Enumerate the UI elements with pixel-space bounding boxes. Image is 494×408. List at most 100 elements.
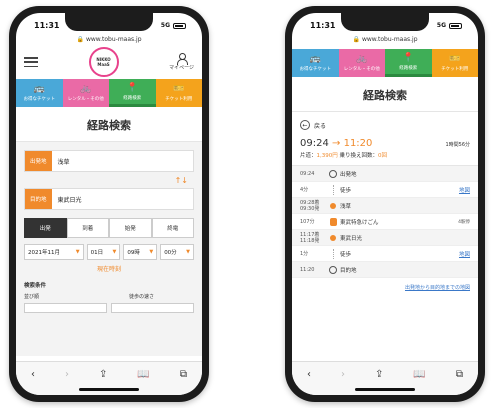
nikko-maas-logo[interactable]: NIKKO MaaS <box>88 47 119 77</box>
step-time: 107分 <box>300 218 315 225</box>
screen-left: 11:31 5G 🔒 www.tobu-maas.jp NIKKO MaaS マイ… <box>16 13 202 395</box>
chevron-down-icon: ▼ <box>112 249 117 255</box>
forward-icon[interactable]: › <box>65 369 69 380</box>
bookmarks-icon[interactable]: 📖 <box>413 369 425 380</box>
route-summary: 09:24 → 11:20 1時間56分 片道：1,390円 乗り換え回数：0回 <box>292 134 478 166</box>
hour-select[interactable]: 09時 ▼ <box>123 244 158 260</box>
tab-ticket-use[interactable]: 🎫 チケット利用 <box>155 79 202 107</box>
url-bar[interactable]: 🔒 www.tobu-maas.jp <box>292 35 478 45</box>
tabs-icon[interactable]: ⧉ <box>456 369 463 380</box>
step-label: 浅草 <box>340 203 352 210</box>
mode-depart[interactable]: 出発 <box>24 218 67 238</box>
step-time: 1分 <box>300 250 309 257</box>
walk-icon <box>332 248 334 259</box>
back-button[interactable]: ← 戻る <box>292 112 478 134</box>
share-icon[interactable]: ⇪ <box>99 369 107 380</box>
day-select[interactable]: 01日 ▼ <box>86 244 121 260</box>
arrow-left-icon: ← <box>300 120 310 130</box>
browser-toolbar: ‹ › ⇪ 📖 ⧉ <box>16 361 202 395</box>
route-steps: 09:24 出発地 4分 徒歩 地図 09:28着 09:30発 浅草 107分 東武特急けごん… <box>292 166 478 278</box>
chevron-down-icon: ▼ <box>149 249 154 255</box>
signal-label: 5G <box>436 22 446 29</box>
destination-value: 東武日光 <box>57 196 82 204</box>
lock-icon: 🔒 <box>76 36 84 43</box>
bicycle-icon: 🚲 <box>80 84 92 94</box>
tab-route-search[interactable]: 📍 経路検索 <box>385 49 432 77</box>
share-icon[interactable]: ⇪ <box>375 369 383 380</box>
step-time: 09:24 <box>300 170 315 177</box>
mode-arrive[interactable]: 到着 <box>66 218 109 238</box>
destination-field[interactable]: 目的地 東武日光 <box>24 188 194 210</box>
url-text: www.tobu-maas.jp <box>361 36 418 43</box>
route-step: 09:28着 09:30発 浅草 <box>292 198 478 214</box>
tab-rental[interactable]: 🚲 レンタル・その他 <box>338 49 385 77</box>
route-step: 11:17着 11:18発 東武日光 <box>292 230 478 246</box>
url-bar[interactable]: 🔒 www.tobu-maas.jp <box>16 35 202 45</box>
month-select[interactable]: 2021年11月 ▼ <box>24 244 84 260</box>
tab-tickets[interactable]: 🚌 お得なチケット <box>16 79 63 107</box>
step-label: 東武特急けごん <box>340 219 379 226</box>
stops-count: 4駅停 <box>458 219 470 225</box>
full-map-link[interactable]: 出発地から目的地までの地図 <box>292 278 478 297</box>
mode-first-train[interactable]: 始発 <box>109 218 152 238</box>
tab-route-search[interactable]: 📍 経路検索 <box>109 79 156 107</box>
arrow-right-icon: → <box>328 138 344 149</box>
fare-value: 1,390円 <box>316 153 338 159</box>
step-time: 09:28着 09:30発 <box>300 199 320 212</box>
step-time: 4分 <box>300 186 309 193</box>
route-step: 107分 東武特急けごん 4駅停 <box>292 214 478 230</box>
phone-left: 11:31 5G 🔒 www.tobu-maas.jp NIKKO MaaS マイ… <box>9 6 209 402</box>
search-form: 出発地 浅草 ↑↓ 目的地 東武日光 出発 到着 始発 終電 2021年11月 ▼… <box>16 142 202 356</box>
tab-ticket-use[interactable]: 🎫 チケット利用 <box>431 49 478 77</box>
fare-label: 片道： <box>300 153 317 159</box>
route-step: 09:24 出発地 <box>292 166 478 182</box>
bookmarks-icon[interactable]: 📖 <box>137 369 149 380</box>
mode-last-train[interactable]: 終電 <box>151 218 194 238</box>
sort-order-select[interactable] <box>24 303 107 313</box>
step-label: 徒歩 <box>340 187 352 194</box>
tabs-icon[interactable]: ⧉ <box>180 369 187 380</box>
conditions-heading: 検索条件 <box>24 283 47 289</box>
walk-icon <box>332 184 334 195</box>
back-icon[interactable]: ‹ <box>307 369 311 380</box>
map-link[interactable]: 地図 <box>459 186 470 194</box>
step-time: 11:17着 11:18発 <box>300 231 320 244</box>
time-mode-selector: 出発 到着 始発 終電 <box>24 218 194 238</box>
minute-select[interactable]: 00分 ▼ <box>160 244 194 260</box>
duration: 1時間56分 <box>445 142 470 148</box>
location-pin-icon <box>329 265 337 274</box>
battery-icon <box>449 22 462 29</box>
chevron-down-icon: ▼ <box>186 249 190 255</box>
step-time: 11:20 <box>300 266 315 273</box>
datetime-selects: 2021年11月 ▼ 01日 ▼ 09時 ▼ 00分 ▼ <box>24 244 194 260</box>
step-label: 東武日光 <box>340 235 363 242</box>
current-time-link[interactable]: 現在時刻 <box>24 264 194 273</box>
tab-tickets[interactable]: 🚌 お得なチケット <box>292 49 339 77</box>
origin-field[interactable]: 出発地 浅草 <box>24 150 194 172</box>
tab-rental[interactable]: 🚲 レンタル・その他 <box>62 79 109 107</box>
walk-speed-select[interactable] <box>111 303 194 313</box>
transfer-label: 乗り換え回数： <box>339 153 379 159</box>
bicycle-icon: 🚲 <box>356 54 368 64</box>
bus-icon: 🚌 <box>33 84 45 94</box>
chevron-down-icon: ▼ <box>75 249 80 255</box>
back-icon[interactable]: ‹ <box>31 369 35 380</box>
route-icon: 📍 <box>402 52 414 63</box>
route-icon: 📍 <box>126 82 138 93</box>
walk-speed-label: 徒歩の速さ <box>128 294 154 300</box>
bus-icon: 🚌 <box>309 54 321 64</box>
nav-tabs: 🚌 お得なチケット 🚲 レンタル・その他 📍 経路検索 🎫 チケット利用 <box>292 49 478 77</box>
battery-icon <box>173 22 186 29</box>
depart-time: 09:24 <box>300 138 329 149</box>
browser-toolbar: ‹ › ⇪ 📖 ⧉ <box>292 361 478 395</box>
ticket-icon: 🎫 <box>449 54 461 64</box>
map-link[interactable]: 地図 <box>459 250 470 258</box>
menu-icon[interactable] <box>24 57 38 67</box>
destination-tag: 目的地 <box>25 189 52 209</box>
notch <box>341 13 429 31</box>
home-indicator <box>355 388 415 391</box>
route-step: 11:20 目的地 <box>292 262 478 278</box>
forward-icon[interactable]: › <box>341 369 345 380</box>
mypage-button[interactable]: マイページ <box>169 53 194 71</box>
swap-icon[interactable]: ↑↓ <box>24 176 194 188</box>
